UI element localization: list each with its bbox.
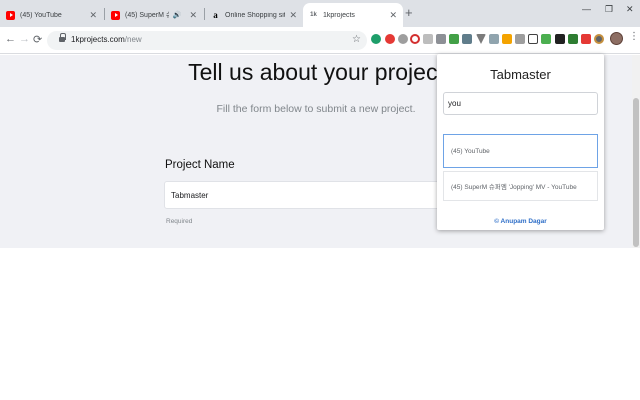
extension-icon[interactable] [423, 34, 433, 44]
extension-icon[interactable] [436, 34, 446, 44]
youtube-icon [6, 10, 15, 20]
back-icon[interactable]: ← [5, 33, 16, 45]
extension-icon[interactable] [515, 34, 525, 44]
tab-amazon[interactable]: a Online Shopping site in India: Sh ✕ [205, 3, 303, 27]
tab-title: Online Shopping site in India: Sh [225, 11, 285, 19]
project-name-hint: Required [166, 218, 193, 225]
tab-1kprojects[interactable]: 1k 1kprojects ✕ [303, 3, 403, 27]
tab-title: (45) YouTube [20, 11, 62, 19]
minimize-icon[interactable]: — [582, 4, 591, 14]
project-name-label: Project Name [165, 159, 235, 171]
tab-result-item[interactable]: (45) YouTube [443, 134, 598, 168]
url-path: /new [124, 35, 142, 44]
close-icon[interactable]: ✕ [89, 10, 97, 21]
close-icon[interactable]: ✕ [189, 10, 197, 21]
extension-icon[interactable] [449, 34, 459, 44]
1k-icon: 1k [310, 12, 317, 18]
tab-title: 1kprojects [323, 11, 355, 19]
extension-icon[interactable] [489, 34, 499, 44]
kebab-menu-icon[interactable]: ⋮ [629, 31, 639, 42]
tab-result-title: (45) YouTube [451, 147, 490, 155]
tab-youtube[interactable]: (45) YouTube ✕ [0, 3, 103, 27]
extension-icon[interactable] [371, 34, 381, 44]
tab-title: (45) SuperM 슈퍼엠 'Jopping' [125, 12, 169, 19]
avatar[interactable] [610, 32, 623, 45]
extension-icon[interactable] [528, 34, 538, 44]
lock-icon [59, 33, 66, 43]
close-icon[interactable]: ✕ [389, 10, 397, 21]
project-name-input[interactable] [164, 181, 474, 209]
extension-icon[interactable] [398, 34, 408, 44]
window-close-icon[interactable]: ✕ [626, 4, 634, 15]
tab-search-input[interactable] [443, 92, 598, 115]
tabmaster-popup: Tabmaster (45) YouTube (45) SuperM 슈퍼엠 '… [437, 54, 604, 230]
url-text: 1kprojects.com/new [71, 35, 142, 44]
extension-icon[interactable] [555, 34, 565, 44]
restore-icon[interactable]: ❐ [605, 4, 613, 15]
url-domain: 1kprojects.com [71, 35, 125, 44]
popup-title: Tabmaster [490, 67, 551, 82]
extension-icon[interactable] [581, 34, 591, 44]
close-icon[interactable]: ✕ [289, 10, 297, 21]
forward-icon[interactable]: → [19, 33, 30, 45]
author-credit-link[interactable]: © Anupam Dagar [437, 218, 604, 225]
tab-strip: (45) YouTube ✕ (45) SuperM 슈퍼엠 'Jopping'… [0, 0, 640, 27]
extension-icon[interactable] [502, 34, 512, 44]
scrollbar-thumb[interactable] [633, 98, 639, 247]
new-tab-button[interactable]: + [405, 5, 413, 20]
youtube-icon [111, 10, 120, 20]
tab-result-item[interactable]: (45) SuperM 슈퍼엠 'Jopping' MV - YouTube [443, 171, 598, 201]
tab-result-title: (45) SuperM 슈퍼엠 'Jopping' MV - YouTube [451, 184, 577, 191]
extension-icon[interactable] [568, 34, 578, 44]
tab-superm[interactable]: (45) SuperM 슈퍼엠 'Jopping' 🔊 ✕ [105, 3, 203, 27]
extension-icon[interactable] [462, 34, 472, 44]
extension-icon[interactable] [410, 34, 420, 44]
tabmaster-extension-icon[interactable] [594, 34, 604, 44]
reload-icon[interactable]: ⟳ [33, 33, 42, 46]
star-icon[interactable]: ☆ [352, 34, 361, 45]
extension-icon[interactable] [385, 34, 395, 44]
extension-icon[interactable] [541, 34, 551, 44]
amazon-icon: a [213, 10, 218, 20]
address-bar[interactable]: 1kprojects.com/new ☆ [47, 31, 367, 50]
speaker-icon[interactable]: 🔊 [173, 11, 182, 19]
